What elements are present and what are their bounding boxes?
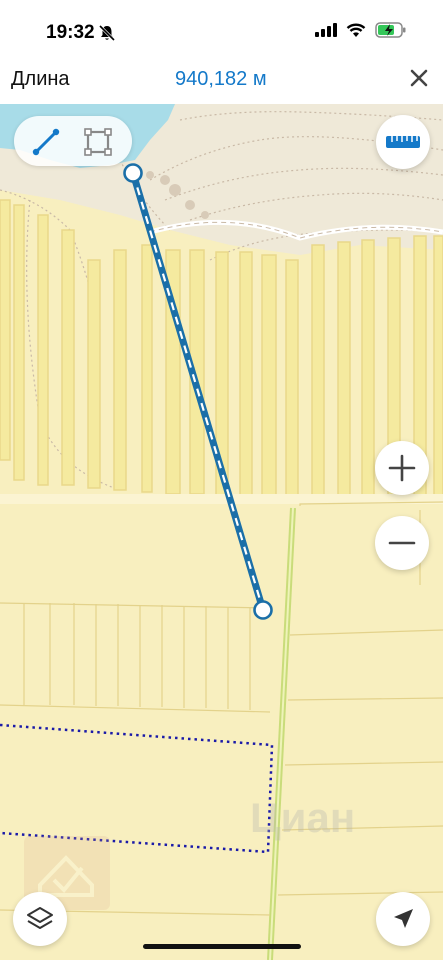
measure-title: Длина <box>11 68 70 90</box>
measure-start-point[interactable] <box>122 162 144 184</box>
layers-icon <box>27 907 53 929</box>
layers-button[interactable] <box>13 892 67 946</box>
ruler-icon <box>386 136 420 148</box>
location-arrow-icon <box>394 909 413 928</box>
close-icon[interactable] <box>405 64 433 92</box>
status-time: 19:32 <box>46 22 95 43</box>
status-bar: 19:32 <box>0 0 443 60</box>
wifi-icon <box>346 23 366 37</box>
measure-mode-toggle <box>14 116 132 166</box>
line-measure-icon[interactable] <box>28 124 64 160</box>
measure-end-point[interactable] <box>252 599 274 621</box>
minus-icon <box>388 541 416 545</box>
watermark-text: Циан <box>250 794 356 841</box>
zoom-in-button[interactable] <box>375 441 429 495</box>
status-icons <box>315 22 407 38</box>
ruler-button[interactable] <box>376 115 430 169</box>
area-measure-icon[interactable] <box>80 124 116 160</box>
measured-distance: 940,182 м <box>175 68 267 90</box>
plus-icon <box>388 454 416 482</box>
bell-slash-icon <box>98 24 116 42</box>
battery-charging-icon <box>375 22 406 38</box>
measure-header: Длина 940,182 м <box>0 60 443 104</box>
my-location-button[interactable] <box>376 892 430 946</box>
signal-icon <box>315 23 337 37</box>
zoom-out-button[interactable] <box>375 516 429 570</box>
home-indicator <box>143 944 301 949</box>
